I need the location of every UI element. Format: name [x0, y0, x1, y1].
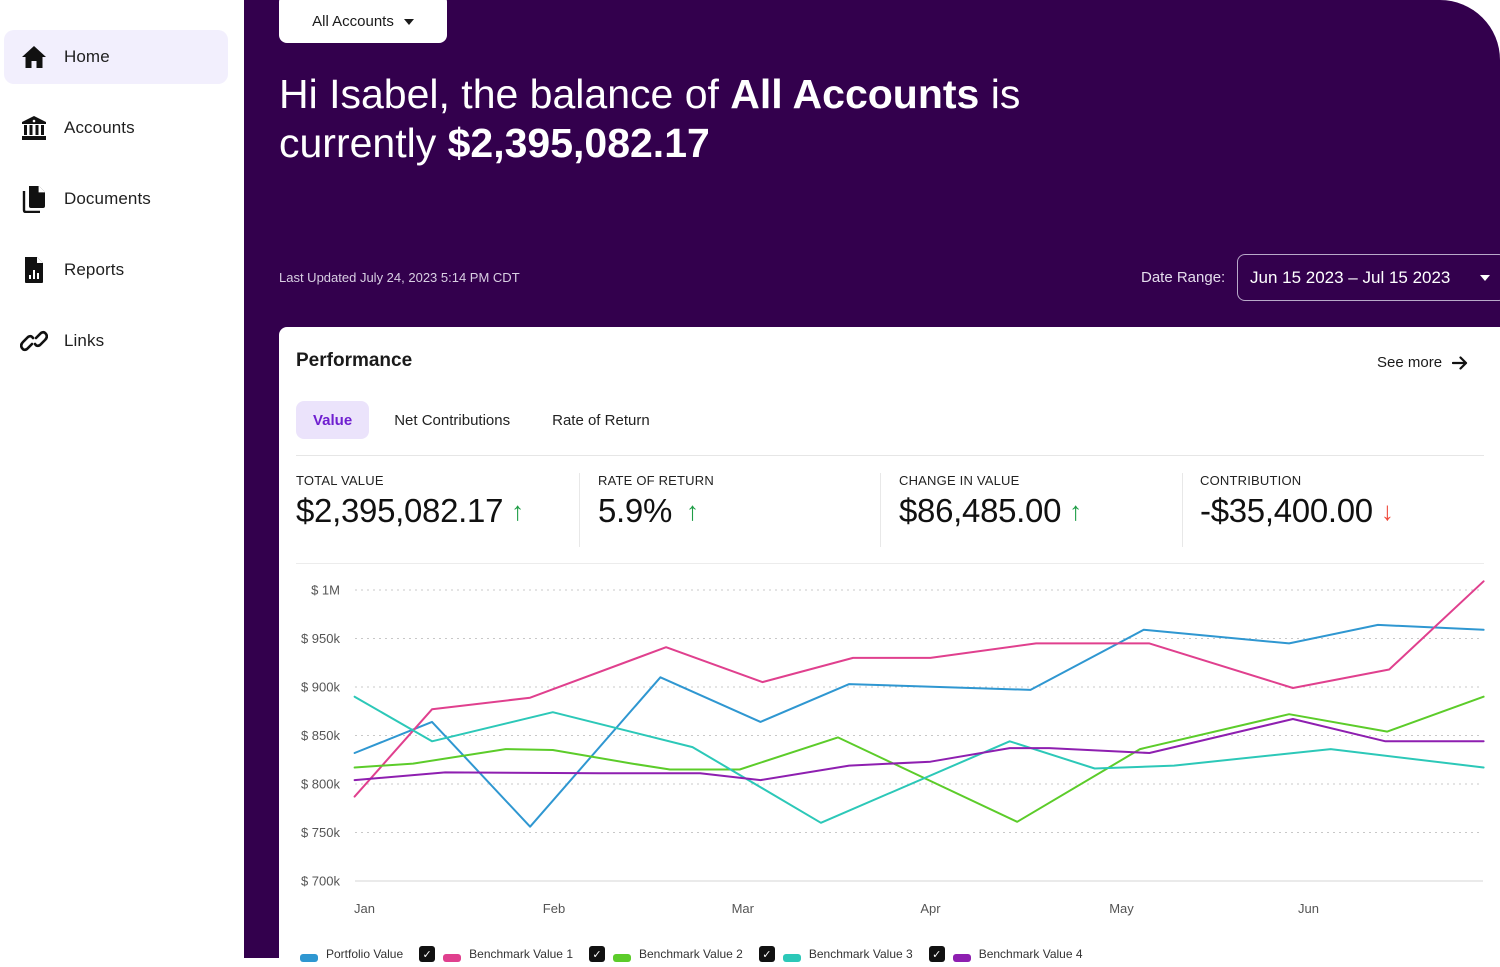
y-tick-label: $ 1M [311, 583, 340, 598]
legend-item[interactable]: ✓ Benchmark Value 4 [928, 946, 1083, 962]
legend-checkbox[interactable]: ✓ [419, 946, 436, 962]
y-tick-label: $ 750k [301, 825, 341, 840]
legend-item[interactable]: ✓ Benchmark Value 3 [758, 946, 913, 962]
performance-chart: $ 700k $ 750k $ 800k $ 850k $ 900k $ 950k $ 1M… [301, 580, 1485, 916]
legend-item[interactable]: Portfolio Value [300, 946, 403, 962]
x-tick-label: Jun [1298, 901, 1319, 916]
legend-label: Benchmark Value 1 [469, 947, 573, 961]
y-tick-label: $ 700k [301, 874, 341, 889]
legend-swatch [782, 954, 801, 962]
legend-label: Benchmark Value 2 [639, 947, 743, 961]
legend-label: Portfolio Value [326, 947, 404, 961]
legend-label: Benchmark Value 4 [978, 947, 1083, 961]
legend-checkbox[interactable]: ✓ [758, 946, 775, 962]
series-line-benchmark-value-3 [353, 695, 1485, 824]
legend-checkbox[interactable]: ✓ [589, 946, 605, 962]
legend-swatch [613, 954, 631, 962]
legend-item[interactable]: ✓ Benchmark Value 2 [589, 946, 743, 962]
x-tick-label: Apr [920, 901, 941, 916]
y-tick-label: $ 800k [301, 777, 341, 792]
x-tick-label: Feb [543, 901, 565, 916]
series-line-benchmark-value-2 [353, 695, 1485, 823]
legend-swatch [300, 954, 318, 962]
series-line-portfolio-value [353, 623, 1485, 828]
legend-swatch [443, 954, 462, 962]
x-tick-label: Jan [354, 901, 375, 916]
legend-checkbox[interactable]: ✓ [928, 946, 945, 962]
x-tick-label: May [1109, 901, 1134, 916]
chart-legend: Portfolio Value ✓ Benchmark Value 1 ✓ Benchm… [300, 946, 1099, 962]
y-tick-label: $ 900k [301, 680, 341, 695]
series-line-benchmark-value-1 [353, 580, 1485, 798]
x-tick-label: Mar [732, 901, 755, 916]
legend-swatch [952, 954, 971, 962]
y-tick-label: $ 950k [301, 631, 341, 646]
legend-label: Benchmark Value 3 [808, 947, 913, 961]
y-tick-label: $ 850k [301, 728, 341, 743]
legend-item[interactable]: ✓ Benchmark Value 1 [419, 946, 573, 962]
